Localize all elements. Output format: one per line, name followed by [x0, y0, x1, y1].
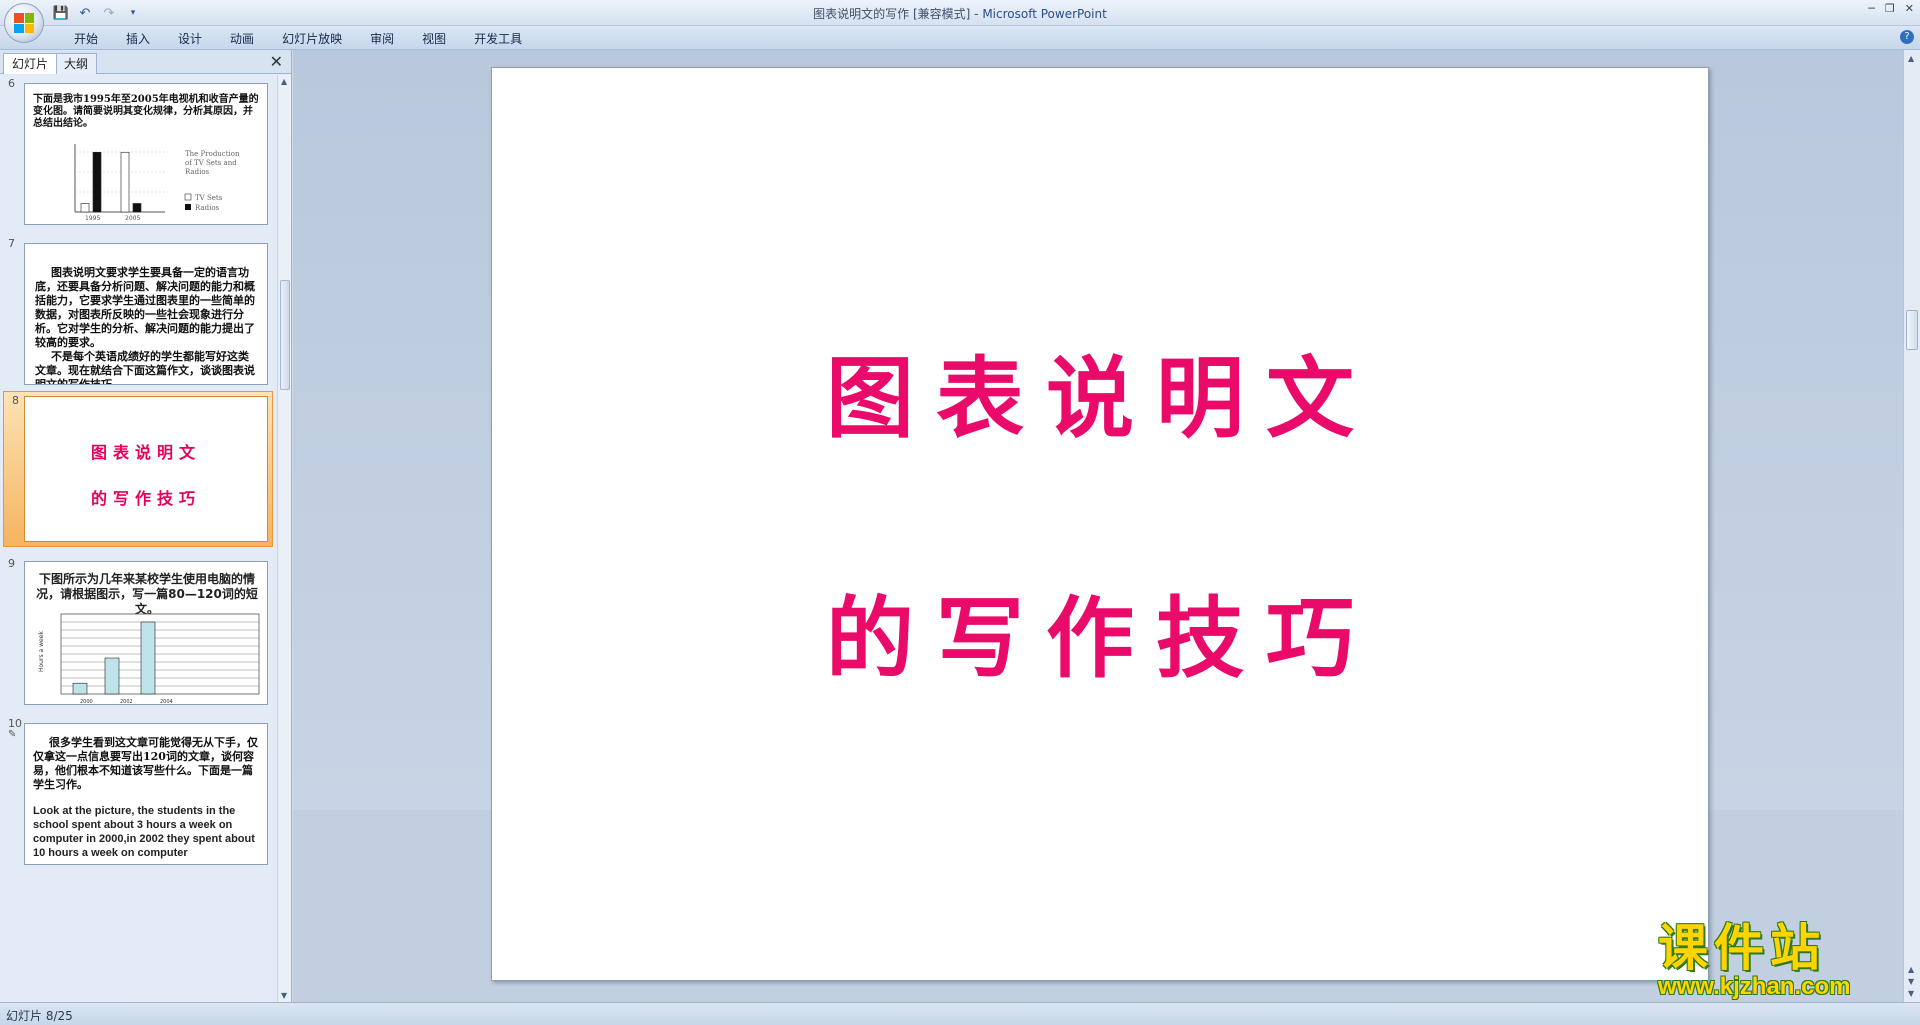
- bar-tv-sets-2005: [120, 151, 130, 213]
- legend-swatch-tv: [184, 193, 192, 201]
- slide-count: 幻灯片 8/25: [6, 1009, 73, 1023]
- scroll-down-icon[interactable]: ▼: [281, 991, 287, 1000]
- legend-radios: Radios: [195, 204, 220, 212]
- slide-text: 图表说明文要求学生要具备一定的语言功底，还要具备分析问题、解决问题的能力和概括能…: [35, 266, 259, 385]
- tab-developer[interactable]: 开发工具: [460, 30, 536, 48]
- bar-tv-sets-1995: [80, 203, 90, 213]
- slide-preview: 下面是我市1995年至2005年电视机和收音产量的变化图。请简要说明其变化规律，…: [24, 83, 268, 225]
- scroll-down-icon[interactable]: ▼: [1908, 989, 1914, 998]
- panel-scrollbar[interactable]: ▲ ▼: [277, 75, 291, 1002]
- computer-usage-chart: Hours a week 2000 2002 2004: [38, 613, 260, 705]
- slide-notes-icon: ✎: [8, 729, 17, 740]
- x-label-1995: 1995: [85, 215, 100, 222]
- slide-title-line-1[interactable]: 图表说明文: [492, 328, 1710, 455]
- tab-slideshow[interactable]: 幻灯片放映: [268, 30, 356, 48]
- english-text: Look at the picture, the students in the…: [33, 805, 255, 859]
- slide-editor: 图表说明文 的写作技巧: [293, 50, 1903, 1002]
- bar-radios-1995: [92, 151, 102, 213]
- previous-slide-icon[interactable]: ▲: [1908, 965, 1914, 974]
- window-controls: ─ ❐ ✕: [1868, 2, 1914, 15]
- title-separator: -: [970, 7, 983, 21]
- slide-thumbnail-6[interactable]: 6 下面是我市1995年至2005年电视机和收音产量的变化图。请简要说明其变化规…: [0, 75, 276, 225]
- panel-tabs: 幻灯片 大纲 ✕: [0, 50, 291, 74]
- slide-preview: 下图所示为几年来某校学生使用电脑的情况，请根据图示，写一篇80—120词的短文。…: [24, 561, 268, 705]
- slide-thumbnail-7[interactable]: 7 图表说明文要求学生要具备一定的语言功底，还要具备分析问题、解决问题的能力和概…: [0, 235, 276, 385]
- slide-thumbnail-8[interactable]: 8 图表说明文 的写作技巧: [3, 391, 273, 547]
- watermark-logo: 课件站 www.kjzhan.com: [1658, 921, 1898, 999]
- slide-preview: 很多学生看到这文章可能觉得无从下手，仅仅拿这一点信息要写出120词的文章，谈何容…: [24, 723, 268, 865]
- tab-outline[interactable]: 大纲: [55, 53, 98, 74]
- status-bar: 幻灯片 8/25: [0, 1002, 1920, 1025]
- slide-number: 8: [12, 394, 19, 407]
- thumbnail-list[interactable]: 6 下面是我市1995年至2005年电视机和收音产量的变化图。请简要说明其变化规…: [0, 75, 276, 1002]
- next-slide-icon[interactable]: ▼: [1908, 977, 1914, 986]
- app-name: Microsoft PowerPoint: [982, 7, 1107, 21]
- slide-number: 7: [8, 237, 15, 250]
- paragraph-1: 图表说明文要求学生要具备一定的语言功底，还要具备分析问题、解决问题的能力和概括能…: [35, 266, 255, 349]
- minimize-icon[interactable]: ─: [1868, 2, 1875, 15]
- bar-radios-2005: [132, 203, 142, 213]
- watermark-text: 课件站: [1658, 919, 1826, 977]
- tab-home[interactable]: 开始: [60, 30, 112, 48]
- slide-thumbnail-10[interactable]: 10 ✎ 很多学生看到这文章可能觉得无从下手，仅仅拿这一点信息要写出120词的文…: [0, 715, 276, 865]
- watermark-url: www.kjzhan.com: [1658, 973, 1851, 1000]
- scroll-thumb[interactable]: [280, 280, 290, 390]
- ribbon: 开始 插入 设计 动画 幻灯片放映 审阅 视图 开发工具 ?: [0, 26, 1920, 50]
- slide-number: 9: [8, 557, 15, 570]
- slide-number: 6: [8, 77, 15, 90]
- bar-2000: [72, 682, 88, 695]
- x-label-2005: 2005: [125, 215, 140, 222]
- paragraph-1: 很多学生看到这文章可能觉得无从下手，仅仅拿这一点信息要写出120词的文章，谈何容…: [33, 736, 258, 791]
- scroll-up-icon[interactable]: ▲: [1908, 54, 1914, 63]
- scroll-up-icon[interactable]: ▲: [281, 77, 287, 86]
- restore-icon[interactable]: ❐: [1885, 2, 1895, 15]
- tab-view[interactable]: 视图: [408, 30, 460, 48]
- tab-animations[interactable]: 动画: [216, 30, 268, 48]
- bar-2004: [140, 621, 156, 695]
- current-slide[interactable]: 图表说明文 的写作技巧: [491, 67, 1709, 981]
- tab-review[interactable]: 审阅: [356, 30, 408, 48]
- slide-preview: 图表说明文 的写作技巧: [24, 396, 268, 542]
- y-axis-label: Hours a week: [38, 631, 45, 672]
- title-bar: 💾 ↶ ↷ ▾ 图表说明文的写作 [兼容模式] - Microsoft Powe…: [0, 0, 1920, 26]
- office-logo-icon: [14, 13, 34, 33]
- slides-panel: 幻灯片 大纲 ✕ 6 下面是我市1995年至2005年电视机和收音产量的变化图。…: [0, 50, 292, 1002]
- slide-title-line-2: 的写作技巧: [90, 489, 201, 508]
- document-title: 图表说明文的写作 [兼容模式]: [813, 7, 971, 21]
- close-icon[interactable]: ✕: [1905, 2, 1914, 15]
- legend-swatch-radios: [185, 204, 191, 210]
- slide-thumbnail-9[interactable]: 9 下图所示为几年来某校学生使用电脑的情况，请根据图示，写一篇80—120词的短…: [0, 555, 276, 705]
- office-button[interactable]: [4, 3, 44, 43]
- slide-text: 很多学生看到这文章可能觉得无从下手，仅仅拿这一点信息要写出120词的文章，谈何容…: [33, 736, 263, 792]
- tab-insert[interactable]: 插入: [112, 30, 164, 48]
- scroll-thumb[interactable]: [1906, 310, 1918, 350]
- slide-preview: 图表说明文要求学生要具备一定的语言功底，还要具备分析问题、解决问题的能力和概括能…: [24, 243, 268, 385]
- chart-legend-title: The Production of TV Sets and Radios: [185, 150, 240, 176]
- x-label-2004: 2004: [160, 699, 173, 705]
- x-label-2002: 2002: [120, 699, 133, 705]
- legend-tv: TV Sets: [195, 194, 223, 202]
- ribbon-tabs: 开始 插入 设计 动画 幻灯片放映 审阅 视图 开发工具: [60, 30, 536, 48]
- bar-2002: [104, 657, 120, 695]
- paragraph-2: 不是每个英语成绩好的学生都能写好这类文章。现在就结合下面这篇作文，谈谈图表说明文…: [35, 350, 255, 385]
- x-label-2000: 2000: [80, 699, 93, 705]
- help-icon[interactable]: ?: [1900, 30, 1914, 44]
- slide-title-line-2[interactable]: 的写作技巧: [492, 568, 1710, 695]
- window-title: 图表说明文的写作 [兼容模式] - Microsoft PowerPoint: [0, 5, 1920, 22]
- tab-slides[interactable]: 幻灯片: [3, 53, 58, 74]
- tab-design[interactable]: 设计: [164, 30, 216, 48]
- close-panel-icon[interactable]: ✕: [270, 52, 283, 71]
- slide-title-line-1: 图表说明文: [90, 443, 201, 462]
- tv-radio-chart: The Production of TV Sets and Radios TV Se…: [74, 144, 240, 222]
- editor-scrollbar[interactable]: ▲ ▲ ▼ ▼: [1903, 50, 1920, 1002]
